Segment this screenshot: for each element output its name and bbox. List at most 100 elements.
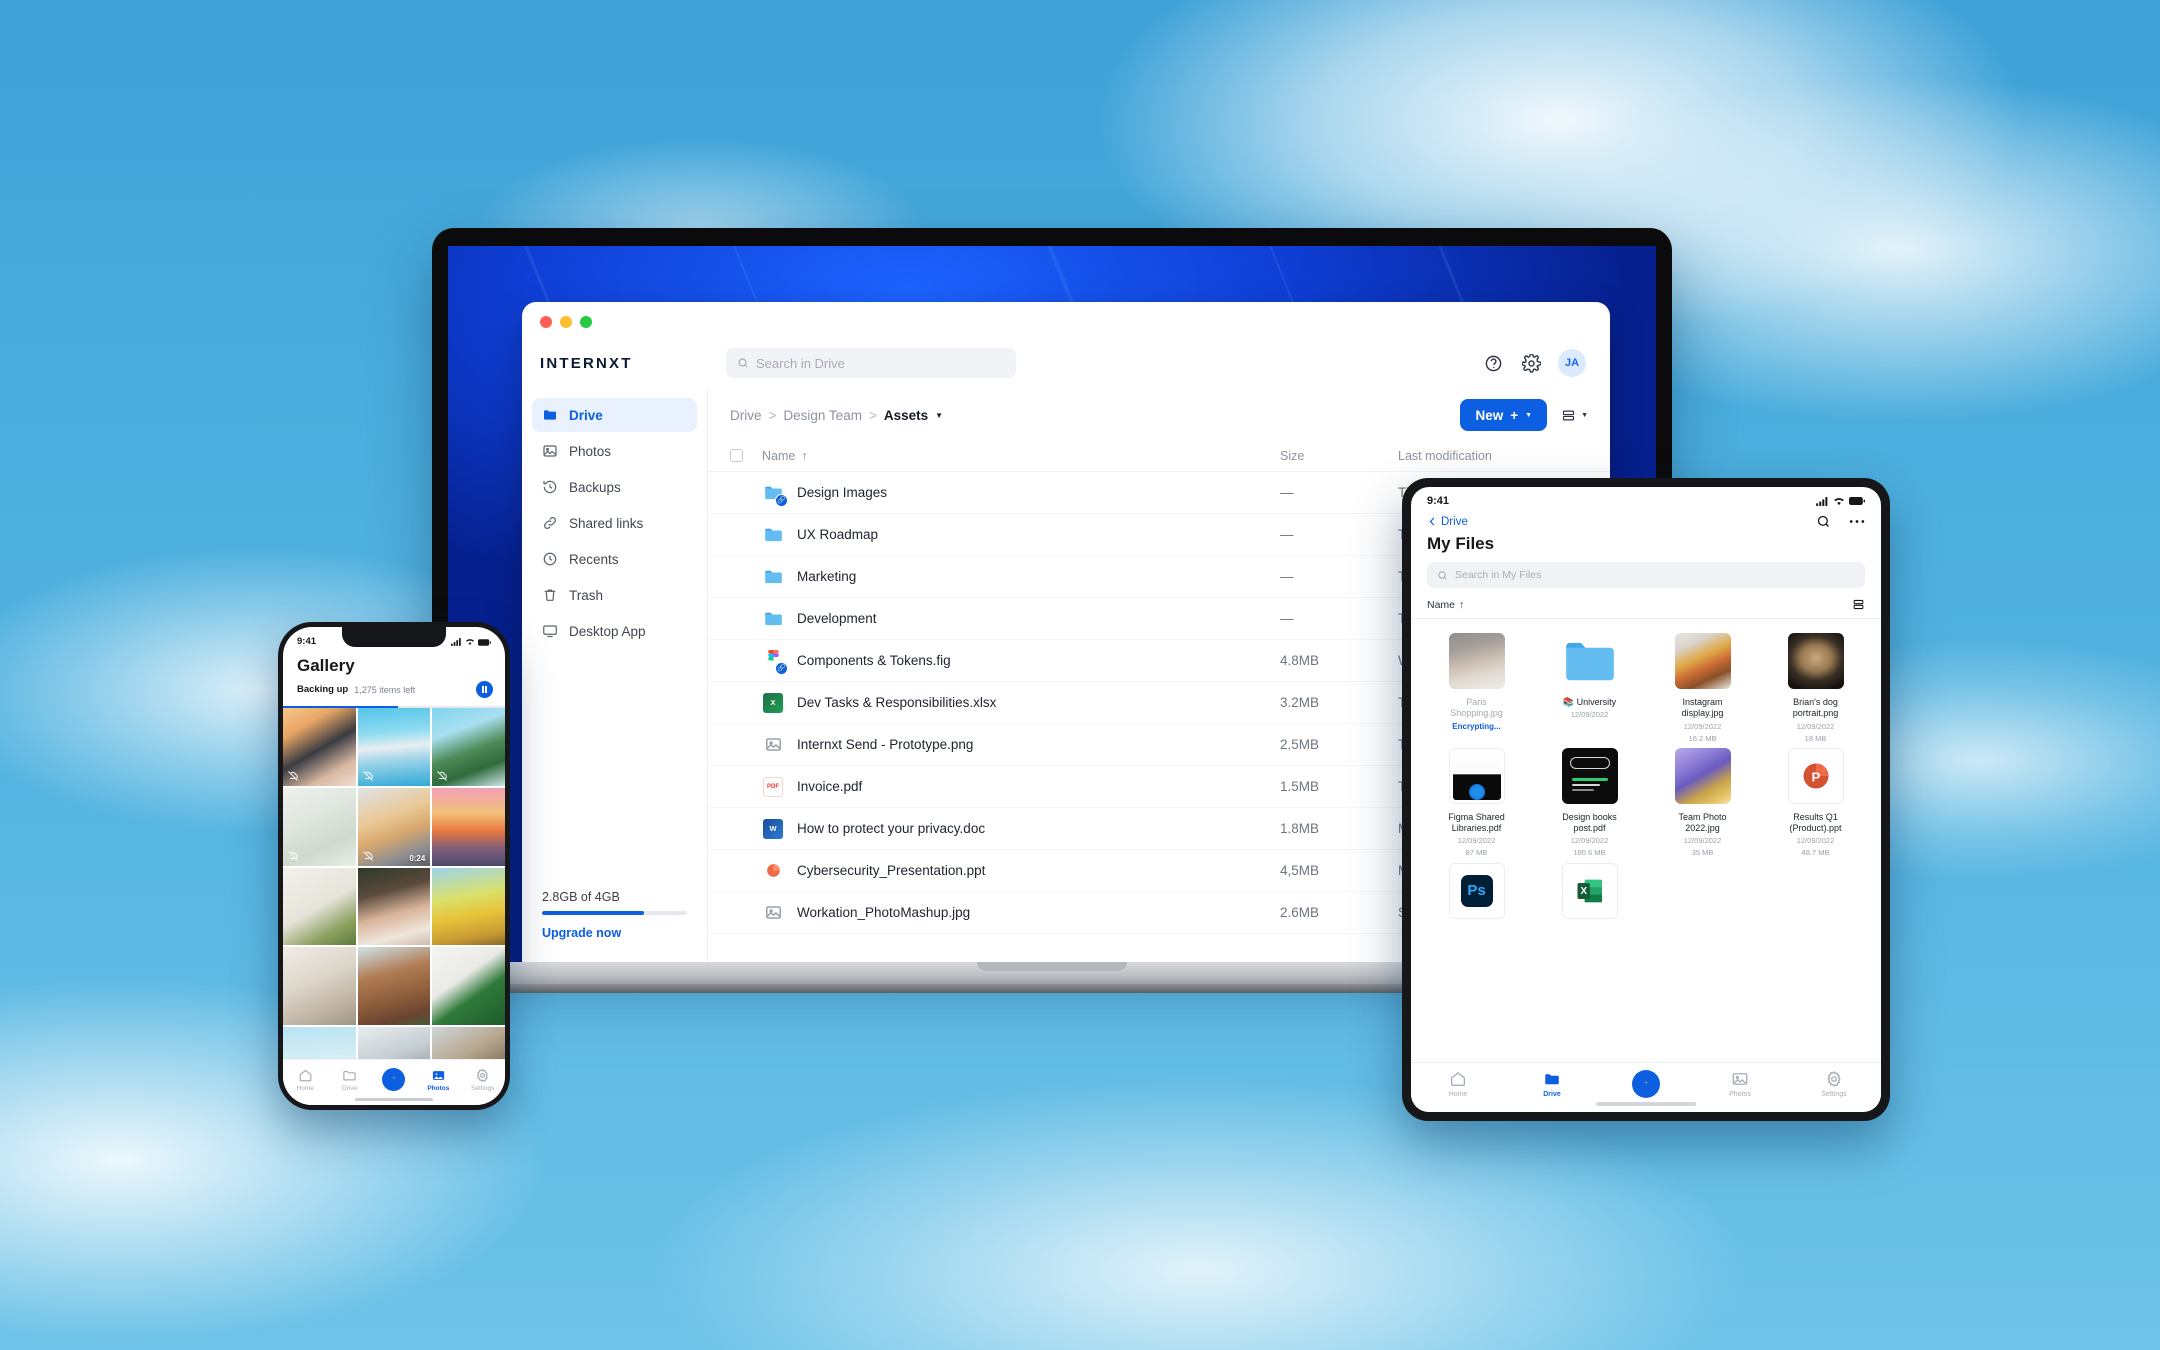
grid-item[interactable]: 📚 University 12/09/2022: [1534, 633, 1645, 744]
view-toggle-button[interactable]: ▼: [1561, 408, 1588, 423]
nav-item-photos[interactable]: Photos: [1717, 1070, 1763, 1098]
minimize-window-button[interactable]: [560, 316, 572, 328]
sidebar-item-shared-links[interactable]: Shared links: [532, 506, 697, 540]
maximize-window-button[interactable]: [580, 316, 592, 328]
grid-item[interactable]: Team Photo 2022.jpg 12/09/2022 35 MB: [1647, 747, 1758, 859]
back-button[interactable]: Drive: [1427, 516, 1468, 528]
help-circle-icon[interactable]: [1482, 352, 1504, 374]
nav-item-settings[interactable]: Settings: [465, 1068, 501, 1092]
photo-thumbnail[interactable]: [357, 867, 431, 946]
photo-thumbnail[interactable]: 0:24: [357, 787, 431, 866]
nav-item-drive[interactable]: Drive: [332, 1068, 368, 1092]
file-name: Design Images: [797, 485, 888, 500]
breadcrumb-item-drive[interactable]: Drive: [730, 408, 762, 423]
grid-item[interactable]: Brian's dog portrait.png 12/09/2022 18 M…: [1760, 633, 1871, 744]
window-traffic-lights[interactable]: [522, 302, 1610, 336]
photo-thumbnail[interactable]: [283, 787, 356, 866]
status-time: 9:41: [297, 636, 317, 647]
photo-thumbnail[interactable]: [432, 708, 505, 786]
file-name: Components & Tokens.fig: [797, 653, 951, 668]
photo-thumbnail[interactable]: [283, 708, 356, 786]
file-date: 12/09/2022: [1457, 836, 1496, 846]
grid-item[interactable]: Instagram display.jpg 12/09/2022 16.2 MB: [1647, 633, 1758, 744]
breadcrumb-item-assets[interactable]: Assets: [884, 408, 928, 423]
nav-item-drive[interactable]: Drive: [1529, 1070, 1575, 1098]
search-input[interactable]: Search in Drive: [726, 348, 1016, 378]
new-button-label: New: [1475, 407, 1504, 423]
column-header-name[interactable]: Name ↑: [762, 449, 1280, 463]
photo-thumbnail[interactable]: [283, 947, 356, 1026]
photo-thumbnail[interactable]: [357, 708, 431, 786]
gear-icon: [1827, 1070, 1841, 1087]
sidebar-item-label: Trash: [569, 587, 604, 603]
storage-used-label: 2.8GB of 4GB: [542, 890, 620, 904]
search-input[interactable]: Search in My Files: [1427, 562, 1865, 588]
nav-item-settings[interactable]: Settings: [1811, 1070, 1857, 1098]
nav-label: Photos: [427, 1084, 450, 1092]
excel-icon: X: [762, 692, 784, 714]
nav-item-add[interactable]: +: [376, 1068, 412, 1091]
content-actions: New + ▼ ▼: [1460, 399, 1588, 431]
photo-thumbnail[interactable]: [283, 867, 356, 946]
grid-item[interactable]: Design books post.pdf 12/09/2022 180.6 M…: [1534, 747, 1645, 859]
column-header-size[interactable]: Size: [1280, 449, 1398, 463]
sort-bar: Name ↑: [1411, 598, 1881, 619]
file-size: 1.8MB: [1280, 821, 1320, 836]
grid-item[interactable]: X: [1534, 862, 1645, 927]
ellipsis-icon[interactable]: [1849, 519, 1865, 524]
grid-item[interactable]: Ps: [1421, 862, 1532, 927]
storage-progress-bar: [542, 911, 687, 915]
nav-item-add[interactable]: +: [1623, 1069, 1669, 1098]
file-name: Design books post.pdf: [1562, 811, 1617, 833]
caret-down-icon[interactable]: ▼: [935, 411, 943, 420]
phone-notch: [342, 627, 446, 647]
photo-thumbnail[interactable]: [432, 787, 505, 866]
nav-item-home[interactable]: Home: [287, 1068, 323, 1092]
nav-label: Settings: [471, 1084, 495, 1092]
battery-icon: [1849, 497, 1865, 505]
photo-thumbnail[interactable]: [432, 867, 505, 946]
file-date: 12/09/2022: [1570, 710, 1609, 720]
sidebar-item-recents[interactable]: Recents: [532, 542, 697, 576]
grid-view-icon[interactable]: [1852, 598, 1865, 611]
nav-label: Settings: [1821, 1090, 1847, 1098]
sort-label[interactable]: Name: [1427, 599, 1455, 611]
grid-item[interactable]: Paris Shopping.jpg Encrypting...: [1421, 633, 1532, 744]
avatar[interactable]: JA: [1558, 349, 1586, 377]
sidebar-item-trash[interactable]: Trash: [532, 578, 697, 612]
phone-device: 9:41 Gallery Backing up 1,275 items left: [278, 622, 510, 1110]
tablet-nav-actions: [1816, 514, 1865, 529]
sidebar-item-drive[interactable]: Drive: [532, 398, 697, 432]
sidebar-item-desktop-app[interactable]: Desktop App: [532, 614, 697, 648]
upgrade-now-link[interactable]: Upgrade now: [542, 926, 687, 940]
file-thumbnail: [1674, 633, 1731, 689]
sidebar-item-photos[interactable]: Photos: [532, 434, 697, 468]
file-size: 2.6MB: [1280, 905, 1320, 920]
select-all-checkbox[interactable]: [730, 449, 743, 462]
search-placeholder: Search in Drive: [756, 355, 845, 371]
search-icon[interactable]: [1816, 514, 1831, 529]
gear-icon: [477, 1068, 489, 1082]
close-window-button[interactable]: [540, 316, 552, 328]
pause-button[interactable]: [476, 681, 493, 698]
folder-emoji: 📚: [1562, 697, 1575, 707]
plus-fab-icon: +: [1632, 1069, 1660, 1098]
new-button[interactable]: New + ▼: [1460, 399, 1548, 431]
grid-item[interactable]: P Results Q1 (Product).ppt 12/09/2022 48…: [1760, 747, 1871, 859]
photo-thumbnail[interactable]: [357, 947, 431, 1026]
battery-icon: [478, 638, 491, 646]
nav-item-photos[interactable]: Photos: [420, 1068, 456, 1092]
sidebar-item-label: Drive: [569, 407, 603, 423]
breadcrumb-item-design-team[interactable]: Design Team: [783, 408, 862, 423]
image-icon: [432, 1070, 444, 1080]
sidebar-item-backups[interactable]: Backups: [532, 470, 697, 504]
photo-thumbnail[interactable]: [432, 947, 505, 1026]
column-header-last-modification[interactable]: Last modification: [1398, 449, 1588, 463]
shared-link-badge: 🔗: [775, 493, 788, 507]
file-name: Invoice.pdf: [797, 779, 863, 794]
nav-item-home[interactable]: Home: [1435, 1070, 1481, 1098]
grid-item[interactable]: Figma Shared Libraries.pdf 12/09/2022 87…: [1421, 747, 1532, 859]
gear-icon[interactable]: [1520, 352, 1542, 374]
file-size: 87 MB: [1465, 848, 1488, 858]
file-name: Brian's dog portrait.png: [1792, 697, 1839, 719]
